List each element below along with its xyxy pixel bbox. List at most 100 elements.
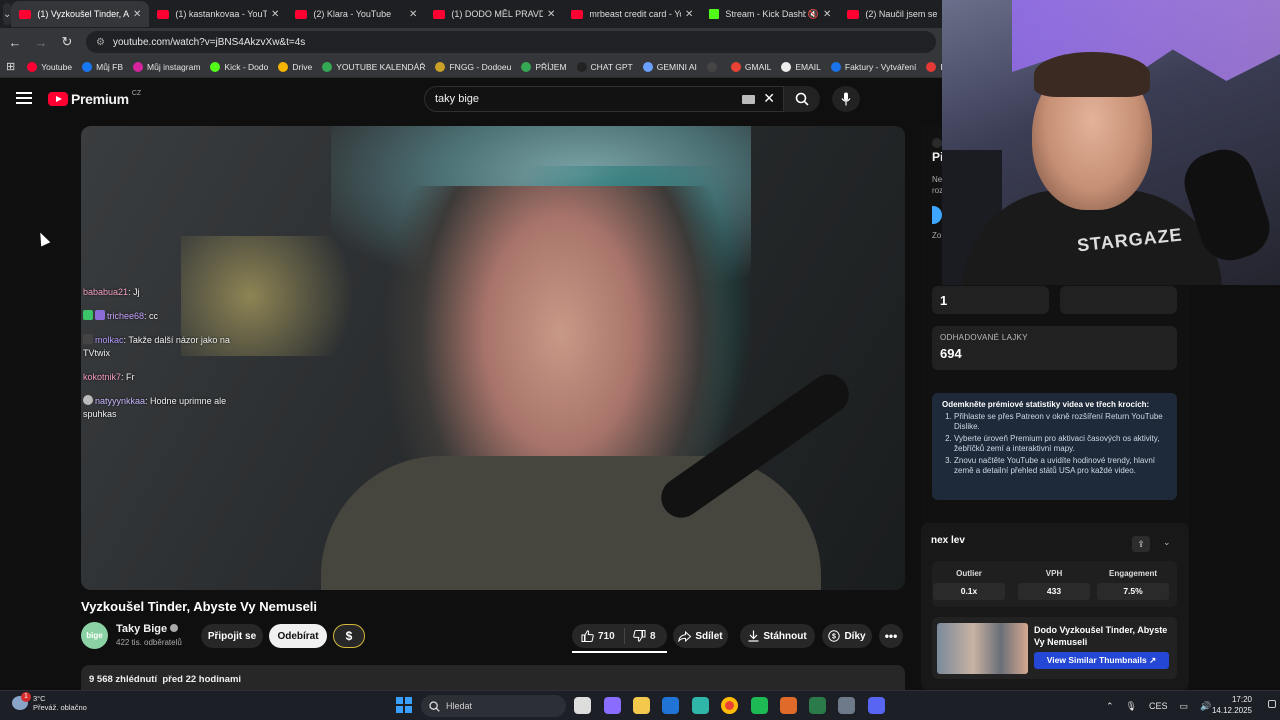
tab-title: Stream - Kick Dashboard — [725, 9, 806, 19]
channel-avatar[interactable]: bige — [81, 622, 108, 649]
close-tab-icon[interactable]: ✕ — [547, 9, 555, 20]
bookmark-item[interactable]: Drive — [278, 61, 312, 72]
weather-temp: 3°C — [33, 694, 46, 703]
bookmark-icon — [435, 61, 446, 72]
super-thanks-dollar-button[interactable]: $ — [333, 624, 365, 648]
app-green-icon[interactable] — [809, 697, 826, 714]
apps-grid-icon[interactable]: ⊞ — [6, 60, 15, 73]
share-button[interactable]: Sdílet — [673, 624, 728, 648]
bookmark-item[interactable]: Můj instagram — [133, 61, 200, 72]
close-tab-icon[interactable]: ✕ — [685, 9, 693, 20]
close-tab-icon[interactable]: ✕ — [823, 9, 831, 20]
search-input[interactable]: taky bige ✕ — [424, 86, 784, 112]
menu-icon[interactable] — [16, 92, 32, 104]
bookmark-item[interactable]: CHAT GPT — [576, 61, 633, 72]
chat-user: natyyynkkaa — [95, 396, 146, 406]
bookmark-item[interactable]: PŘÍJEM — [521, 61, 567, 72]
dislike-button[interactable]: 8 — [625, 630, 656, 642]
language-indicator[interactable]: CES — [1149, 701, 1168, 711]
like-button[interactable]: 710 — [572, 630, 624, 642]
discord-icon[interactable] — [868, 697, 885, 714]
mouse-cursor-icon — [35, 230, 51, 247]
file-explorer-icon[interactable] — [633, 697, 650, 714]
back-icon[interactable]: ← — [4, 35, 26, 50]
youtube-icon — [157, 9, 170, 19]
site-info-icon[interactable]: ⚙ — [96, 37, 105, 48]
bookmark-icon — [576, 61, 587, 72]
bookmark-item[interactable]: FNGG - Dodoeu — [435, 61, 511, 72]
stat-card-empty — [1060, 286, 1177, 314]
bookmark-item[interactable]: GEMINI AI — [642, 61, 697, 72]
chrome-icon[interactable] — [721, 697, 738, 714]
chevron-down-icon[interactable]: ⌄ — [1163, 537, 1171, 548]
video-player[interactable]: bababua21: Jj trichee68: cc molkac: Takž… — [81, 126, 905, 590]
description-box[interactable]: 9 568 zhlédnutí před 22 hodinami — [81, 665, 905, 690]
bookmark-item[interactable]: EMAIL — [781, 61, 821, 72]
browser-tab[interactable]: (1) Vyzkoušel Tinder, Abyste ✕ — [11, 1, 150, 27]
logo-text: Premium — [71, 91, 129, 107]
browser-tab[interactable]: (2) Klara - YouTube ✕ — [287, 1, 425, 27]
bookmark-label: EMAIL — [795, 61, 821, 72]
more-actions-button[interactable]: ••• — [879, 624, 903, 648]
bookmark-item[interactable] — [706, 61, 721, 72]
panel-partial-line: Zo — [932, 231, 942, 240]
video-thumbnail[interactable] — [937, 623, 1028, 674]
join-button[interactable]: Připojit se — [201, 624, 263, 648]
calculator-icon[interactable] — [838, 697, 855, 714]
browser-tab[interactable]: mrbeast credit card - YouTu ✕ — [563, 1, 701, 27]
search-button[interactable] — [784, 86, 820, 112]
view-similar-thumbnails-button[interactable]: View Similar Thumbnails ↗ — [1034, 652, 1169, 669]
estimated-likes-card: ODHADOVANÉ LAJKY 694 — [932, 326, 1177, 370]
youtube-logo[interactable]: Premium CZ — [48, 90, 141, 107]
tab-search-icon[interactable]: ⌄ — [3, 3, 12, 25]
card-video-title: Dodo Vyzkoušel Tinder, Abyste Vy Nemusel… — [1034, 625, 1168, 647]
bookmark-item[interactable]: Faktury - Vytváření — [830, 61, 916, 72]
browser-tab[interactable]: (1) kastankovaa - YouTube ✕ — [149, 1, 287, 27]
clear-search-icon[interactable]: ✕ — [763, 90, 775, 107]
muted-icon[interactable]: 🔇 — [808, 9, 819, 20]
clock[interactable]: 17:20 14.12.2025 — [1210, 694, 1252, 716]
outlook-icon[interactable] — [662, 697, 679, 714]
bookmark-item[interactable]: Kick - Dodo — [210, 61, 268, 72]
bookmark-item[interactable]: YOUTUBE KALENDÁŘ — [322, 61, 425, 72]
thanks-icon: $ — [828, 630, 841, 642]
task-view-icon[interactable] — [574, 697, 591, 714]
taskbar-search[interactable]: Hledat — [421, 695, 566, 717]
download-button[interactable]: Stáhnout — [740, 624, 815, 648]
channel-name[interactable]: Taky Bige — [116, 623, 179, 635]
copilot-icon[interactable] — [604, 697, 621, 714]
spotify-icon[interactable] — [751, 697, 768, 714]
subscribe-button[interactable]: Odebírat — [269, 624, 327, 648]
webcam-overlay: STARGAZE — [942, 0, 1280, 285]
weather-text: 3°C Převáž. oblačno — [33, 694, 87, 712]
microphone-icon[interactable]: 🎙 — [1126, 701, 1137, 712]
app-orange-icon[interactable] — [780, 697, 797, 714]
close-tab-icon[interactable]: ✕ — [409, 9, 417, 20]
browser-tab[interactable]: (1) DODO MĚL PRAVDU... ✕ — [425, 1, 563, 27]
search-query: taky bige — [435, 93, 480, 105]
notification-icon[interactable] — [1268, 700, 1276, 708]
forward-icon[interactable]: → — [30, 35, 52, 50]
network-icon[interactable]: ▭ — [1180, 701, 1189, 712]
browser-tab[interactable]: Stream - Kick Dashboard🔇 ✕ — [701, 1, 839, 27]
edge-icon[interactable] — [692, 697, 709, 714]
bookmark-label: Můj FB — [96, 61, 124, 72]
keyboard-icon[interactable] — [742, 95, 755, 104]
start-button[interactable] — [396, 697, 412, 713]
chat-badge-icon — [83, 310, 93, 320]
close-tab-icon[interactable]: ✕ — [271, 9, 279, 20]
url-field[interactable]: ⚙ youtube.com/watch?v=jBNS4AkzvXw&t=4s — [86, 31, 936, 53]
chevron-up-icon[interactable]: ⌃ — [1106, 701, 1114, 712]
voice-search-button[interactable] — [832, 86, 860, 112]
close-tab-icon[interactable]: ✕ — [133, 9, 141, 20]
weather-widget[interactable]: 1 3°C Převáž. oblačno — [12, 692, 87, 712]
bookmark-item[interactable]: Youtube — [27, 61, 72, 72]
like-count: 710 — [598, 630, 615, 642]
tab-bar: ⌄ (1) Vyzkoušel Tinder, Abyste✕(1) kasta… — [0, 0, 969, 28]
premium-steps: Přihlaste se přes Patreon v okně rozšíře… — [942, 412, 1167, 476]
bookmark-item[interactable]: GMAIL — [730, 61, 771, 72]
thanks-button[interactable]: $ Díky — [822, 624, 872, 648]
export-icon[interactable]: ⇪ — [1132, 536, 1150, 552]
reload-icon[interactable]: ↻ — [56, 34, 78, 50]
bookmark-item[interactable]: Můj FB — [82, 61, 124, 72]
